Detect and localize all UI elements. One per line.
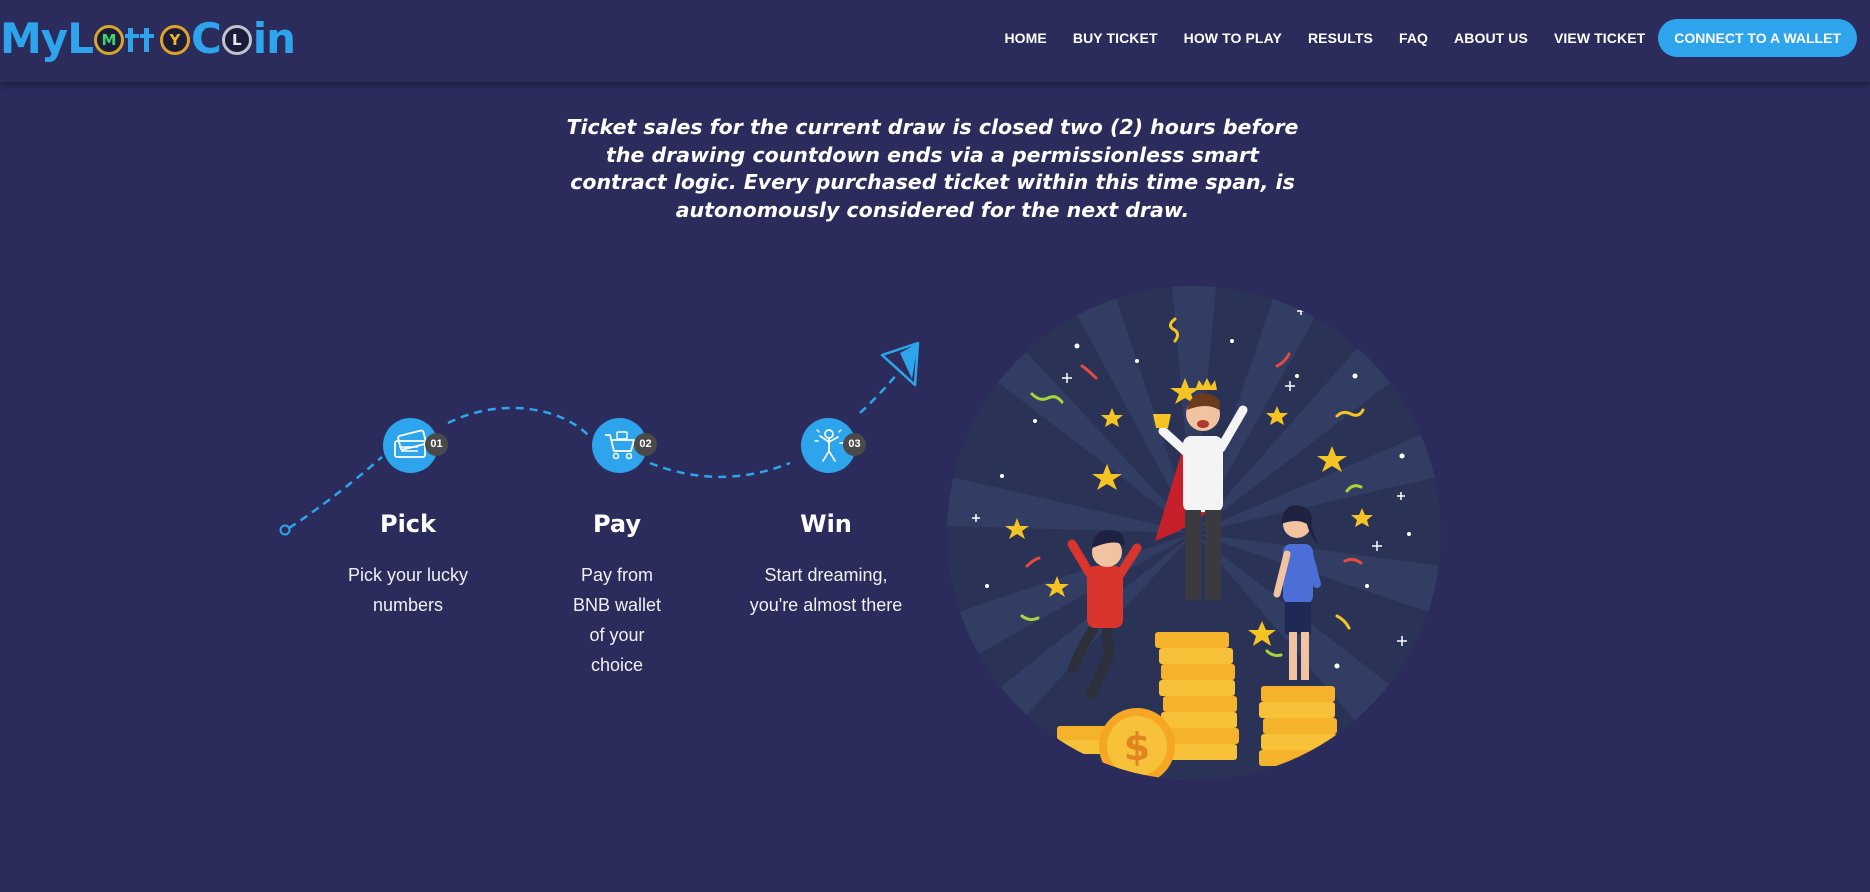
svg-text:$: $: [1124, 725, 1150, 769]
logo-suffix-in: in: [252, 13, 296, 63]
site-logo[interactable]: My L M Y C L in: [0, 12, 296, 64]
paper-plane-icon: [880, 341, 920, 387]
site-header: My L M Y C L in HOME BUY TICKET HOW TO P…: [0, 0, 1870, 82]
connect-wallet-button[interactable]: CONNECT TO A WALLET: [1658, 19, 1857, 57]
step-description: Pay from BNB wallet of your choice: [572, 565, 662, 675]
step-number-badge: 03: [843, 433, 866, 456]
path-start-dot: [279, 524, 291, 536]
nav-how-to-play[interactable]: HOW TO PLAY: [1184, 30, 1282, 46]
ticket-sales-notice: Ticket sales for the current draw is clo…: [566, 115, 1299, 222]
step-title: Pay: [592, 510, 642, 538]
winners-podium-illustration: $: [947, 286, 1441, 780]
logo-coin-m: M: [93, 25, 124, 55]
nav-view-ticket[interactable]: VIEW TICKET: [1554, 30, 1645, 46]
step-description: Pick your lucky numbers: [347, 565, 469, 615]
step-title: Win: [800, 510, 852, 538]
step-title: Pick: [379, 510, 436, 538]
nav-home[interactable]: HOME: [1004, 30, 1046, 46]
nav-about-us[interactable]: ABOUT US: [1454, 30, 1528, 46]
logo-letter-l: L: [67, 13, 94, 63]
logo-coin-y: Y: [159, 25, 190, 55]
logo-tt-glyph: [124, 28, 159, 52]
nav-buy-ticket[interactable]: BUY TICKET: [1073, 30, 1158, 46]
nav-results[interactable]: RESULTS: [1308, 30, 1373, 46]
logo-coin-l: L: [221, 25, 252, 55]
step-description: Start dreaming, you're almost there: [749, 565, 903, 615]
main-nav: HOME BUY TICKET HOW TO PLAY RESULTS FAQ …: [1004, 0, 1870, 76]
logo-letter-c: C: [190, 13, 222, 63]
step-number-badge: 01: [425, 433, 448, 456]
step-number-badge: 02: [634, 433, 657, 456]
logo-prefix: My: [0, 13, 68, 63]
nav-faq[interactable]: FAQ: [1399, 30, 1428, 46]
